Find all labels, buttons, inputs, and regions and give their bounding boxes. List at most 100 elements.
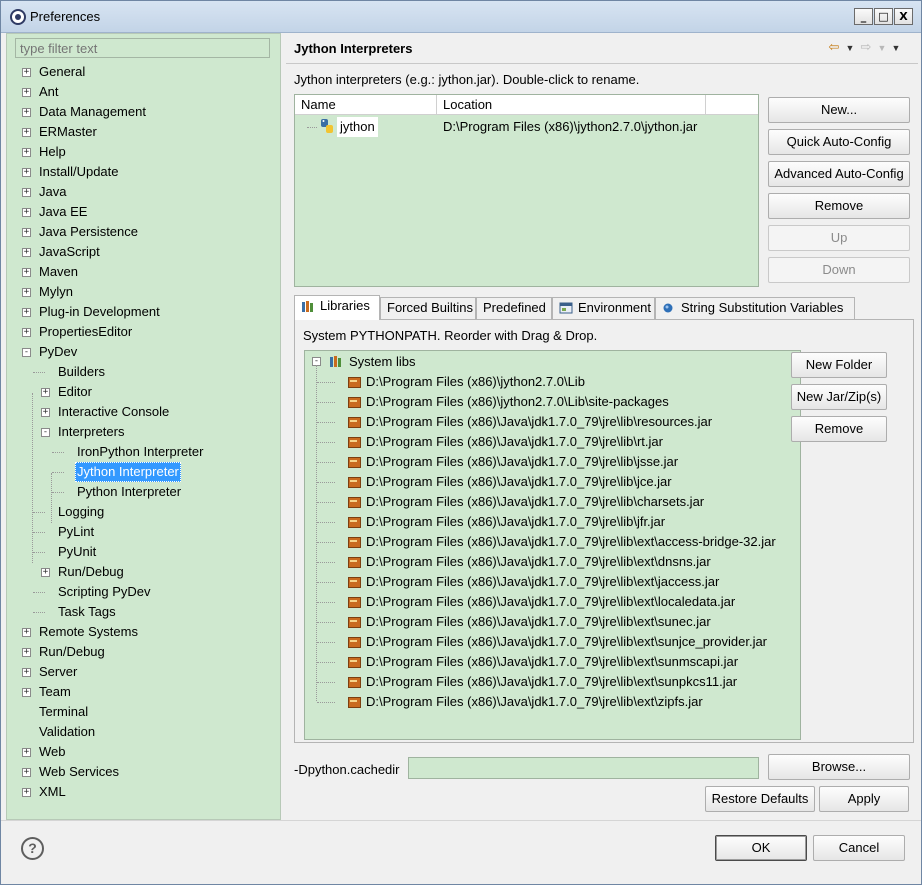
view-menu-icon[interactable]: ▼ xyxy=(888,43,904,53)
expand-icon[interactable]: + xyxy=(41,388,50,397)
library-item[interactable]: D:\Program Files (x86)\Java\jdk1.7.0_79\… xyxy=(317,452,678,472)
expand-icon[interactable]: + xyxy=(22,68,31,77)
help-icon[interactable]: ? xyxy=(21,837,44,860)
tree-item[interactable]: Validation xyxy=(7,722,280,742)
new-folder-button[interactable]: New Folder xyxy=(791,352,887,378)
expand-icon[interactable]: + xyxy=(41,568,50,577)
library-item[interactable]: D:\Program Files (x86)\Java\jdk1.7.0_79\… xyxy=(317,432,663,452)
interpreters-table[interactable]: Name Location jython D:\Program Files (x… xyxy=(294,94,759,287)
library-item[interactable]: D:\Program Files (x86)\jython2.7.0\Lib\s… xyxy=(317,392,669,412)
expand-icon[interactable]: + xyxy=(22,328,31,337)
collapse-icon[interactable]: - xyxy=(22,348,31,357)
tab-environment[interactable]: Environment xyxy=(552,297,655,319)
library-item[interactable]: D:\Program Files (x86)\Java\jdk1.7.0_79\… xyxy=(317,552,711,572)
tab-forced-builtins[interactable]: Forced Builtins xyxy=(380,297,476,319)
close-button[interactable]: X xyxy=(894,8,913,25)
tree-item[interactable]: + Plug-in Development xyxy=(7,302,280,322)
tree-item[interactable]: + Help xyxy=(7,142,280,162)
expand-icon[interactable]: + xyxy=(22,168,31,177)
back-menu-icon[interactable]: ▼ xyxy=(844,43,856,53)
tree-item[interactable]: + XML xyxy=(7,782,280,802)
tab-string-substitution-variables[interactable]: String Substitution Variables xyxy=(655,297,855,319)
tree-item[interactable]: + Web xyxy=(7,742,280,762)
maximize-button[interactable]: □ xyxy=(874,8,893,25)
expand-icon[interactable]: + xyxy=(22,208,31,217)
tree-item[interactable]: PyUnit xyxy=(7,542,280,562)
library-item[interactable]: D:\Program Files (x86)\Java\jdk1.7.0_79\… xyxy=(317,412,712,432)
expand-icon[interactable]: + xyxy=(22,788,31,797)
forward-menu-icon[interactable]: ▼ xyxy=(876,43,888,53)
filter-input[interactable] xyxy=(15,38,270,58)
new-interpreter-button[interactable]: New... xyxy=(768,97,910,123)
tree-item[interactable]: + Remote Systems xyxy=(7,622,280,642)
tree-item[interactable]: + Editor xyxy=(7,382,280,402)
tree-item[interactable]: + Java xyxy=(7,182,280,202)
tree-item[interactable]: Terminal xyxy=(7,702,280,722)
tree-item[interactable]: Task Tags xyxy=(7,602,280,622)
tree-item[interactable]: Logging xyxy=(7,502,280,522)
library-item[interactable]: D:\Program Files (x86)\Java\jdk1.7.0_79\… xyxy=(317,612,711,632)
tree-item[interactable]: + Team xyxy=(7,682,280,702)
tree-item[interactable]: + Run/Debug xyxy=(7,562,280,582)
cancel-button[interactable]: Cancel xyxy=(813,835,905,861)
expand-icon[interactable]: + xyxy=(22,248,31,257)
expand-icon[interactable]: + xyxy=(22,768,31,777)
expand-icon[interactable]: + xyxy=(22,628,31,637)
expand-icon[interactable]: + xyxy=(22,128,31,137)
expand-icon[interactable]: + xyxy=(22,228,31,237)
tree-item[interactable]: - Interpreters xyxy=(7,422,280,442)
expand-icon[interactable]: + xyxy=(22,308,31,317)
tree-item[interactable]: Builders xyxy=(7,362,280,382)
tree-item[interactable]: + Data Management xyxy=(7,102,280,122)
minimize-button[interactable]: _ xyxy=(854,8,873,25)
tree-item[interactable]: + General xyxy=(7,62,280,82)
table-row[interactable]: jython D:\Program Files (x86)\jython2.7.… xyxy=(295,117,758,137)
tree-item[interactable]: + ERMaster xyxy=(7,122,280,142)
ok-button[interactable]: OK xyxy=(715,835,807,861)
tree-item[interactable]: Jython Interpreter xyxy=(7,462,280,482)
column-header-location[interactable]: Location xyxy=(437,95,706,115)
remove-interpreter-button[interactable]: Remove xyxy=(768,193,910,219)
tree-item[interactable]: PyLint xyxy=(7,522,280,542)
tree-item[interactable]: + PropertiesEditor xyxy=(7,322,280,342)
library-item[interactable]: D:\Program Files (x86)\Java\jdk1.7.0_79\… xyxy=(317,672,737,692)
library-item[interactable]: D:\Program Files (x86)\jython2.7.0\Lib xyxy=(317,372,585,392)
tree-item[interactable]: + Java EE xyxy=(7,202,280,222)
tree-item[interactable]: IronPython Interpreter xyxy=(7,442,280,462)
expand-icon[interactable]: + xyxy=(41,408,50,417)
library-item[interactable]: D:\Program Files (x86)\Java\jdk1.7.0_79\… xyxy=(317,692,703,712)
library-item[interactable]: D:\Program Files (x86)\Java\jdk1.7.0_79\… xyxy=(317,652,738,672)
expand-icon[interactable]: + xyxy=(22,88,31,97)
tree-item[interactable]: + Run/Debug xyxy=(7,642,280,662)
expand-icon[interactable]: + xyxy=(22,148,31,157)
expand-icon[interactable]: + xyxy=(22,688,31,697)
tree-item[interactable]: - PyDev xyxy=(7,342,280,362)
collapse-icon[interactable]: - xyxy=(41,428,50,437)
expand-icon[interactable]: + xyxy=(22,648,31,657)
expand-icon[interactable]: + xyxy=(22,668,31,677)
tree-item[interactable]: + Server xyxy=(7,662,280,682)
library-item[interactable]: D:\Program Files (x86)\Java\jdk1.7.0_79\… xyxy=(317,532,776,552)
expand-icon[interactable]: + xyxy=(22,108,31,117)
tab-libraries[interactable]: Libraries xyxy=(294,295,380,320)
tree-item[interactable]: + Web Services xyxy=(7,762,280,782)
browse-button[interactable]: Browse... xyxy=(768,754,910,780)
up-button[interactable]: Up xyxy=(768,225,910,251)
tree-item[interactable]: + Interactive Console xyxy=(7,402,280,422)
remove-library-button[interactable]: Remove xyxy=(791,416,887,442)
tree-item[interactable]: + Mylyn xyxy=(7,282,280,302)
library-item[interactable]: D:\Program Files (x86)\Java\jdk1.7.0_79\… xyxy=(317,632,767,652)
apply-button[interactable]: Apply xyxy=(819,786,909,812)
cachedir-input[interactable] xyxy=(408,757,759,779)
expand-icon[interactable]: + xyxy=(22,288,31,297)
forward-arrow-icon[interactable]: ⇨ xyxy=(856,39,876,55)
down-button[interactable]: Down xyxy=(768,257,910,283)
tree-item[interactable]: + Maven xyxy=(7,262,280,282)
tree-item[interactable]: Python Interpreter xyxy=(7,482,280,502)
tree-item[interactable]: + Install/Update xyxy=(7,162,280,182)
tree-item[interactable]: Scripting PyDev xyxy=(7,582,280,602)
library-item[interactable]: D:\Program Files (x86)\Java\jdk1.7.0_79\… xyxy=(317,512,665,532)
back-arrow-icon[interactable]: ⇦ xyxy=(824,39,844,55)
new-jar-zip-button[interactable]: New Jar/Zip(s) xyxy=(791,384,887,410)
tree-item[interactable]: + Ant xyxy=(7,82,280,102)
